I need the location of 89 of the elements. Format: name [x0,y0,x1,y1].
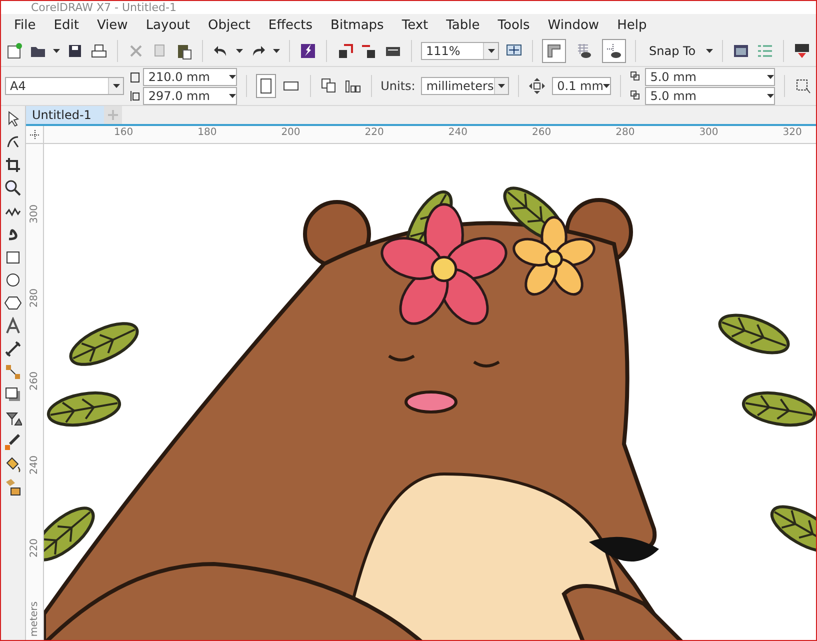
nudge-icon[interactable] [528,77,546,95]
zoom-level-dropdown[interactable]: 111% [421,42,499,60]
connector-icon[interactable] [4,363,22,381]
page-height-field[interactable]: 297.0 mm [143,86,238,104]
ruler-icon [546,43,562,59]
app-launcher-icon[interactable] [299,42,317,60]
caret-icon [767,74,774,78]
menu-item[interactable]: Edit [44,18,88,32]
origin-icon [30,130,40,140]
print-icon[interactable] [90,42,108,60]
welcome-screen-icon[interactable] [732,42,750,60]
export-icon[interactable] [360,42,378,60]
document-tab[interactable]: Untitled-1 [26,106,104,124]
new-document-icon[interactable] [5,42,23,60]
guides-eye-icon [606,43,622,59]
text-tool-icon[interactable] [4,317,22,335]
caret-icon [488,49,494,53]
duplicate-x-icon [630,70,642,82]
dimension-icon[interactable] [4,340,22,358]
menu-item[interactable]: View [88,18,137,32]
ruler-label: 220 [364,128,384,138]
ruler-label: 240 [448,128,468,138]
caret-icon [53,49,60,53]
ruler-label: 300 [30,203,40,226]
full-screen-icon[interactable] [792,42,811,60]
menu-item[interactable]: Table [437,18,489,32]
menu-item[interactable]: Text [392,18,438,32]
smart-fill-icon[interactable] [4,478,22,496]
caret-icon [112,84,120,88]
guides-toggle[interactable] [602,39,626,63]
duplicate-x-field[interactable]: 5.0 mm [645,68,776,86]
page-size-dropdown[interactable]: A4 [5,77,124,95]
snap-to-button[interactable]: Snap To [645,44,700,58]
save-icon[interactable] [66,42,84,60]
caret-icon [498,84,506,88]
menu-item[interactable]: Help [608,18,656,32]
ruler-label: 200 [281,128,300,138]
menu-item[interactable]: Bitmaps [322,18,393,32]
ellipse-icon[interactable] [4,271,22,289]
menu-item[interactable]: Effects [259,18,322,32]
ruler-label: 280 [616,128,635,138]
nudge-distance-field[interactable]: 0.1 mm [552,77,612,95]
portrait-button[interactable] [256,74,276,98]
ruler-label: 220 [30,537,40,560]
plus-icon [108,110,118,120]
duplicate-y-field[interactable]: 5.0 mm [645,86,776,104]
page-width-field[interactable]: 210.0 mm [143,68,238,86]
drop-shadow-icon[interactable] [4,386,22,404]
all-pages-icon[interactable] [320,77,338,95]
caret-icon [229,74,236,78]
duplicate-y-icon [630,90,642,102]
ruler-label: 240 [30,454,40,476]
units-label: Units: [380,79,416,93]
portrait-page-icon [260,78,272,94]
ruler-label: 260 [30,370,40,393]
menu-item[interactable]: Object [199,18,260,32]
ruler-label: 280 [30,286,40,310]
treat-as-filled-icon[interactable] [794,77,812,95]
eyedropper-icon[interactable] [4,432,22,450]
caret-icon [236,49,243,53]
ruler-corner[interactable] [26,126,44,144]
grid-eye-icon [576,43,592,59]
page-width-icon [130,70,140,82]
ruler-label: 160 [114,128,134,138]
caret-icon [767,94,774,98]
caret-icon [603,84,610,88]
menu-item[interactable]: File [5,18,45,32]
landscape-page-icon [283,80,300,92]
caret-icon [273,49,280,53]
ruler-label: 320 [782,128,802,138]
rulers-toggle[interactable] [542,39,566,63]
zoom-icon[interactable] [4,179,22,197]
import-icon[interactable] [336,42,354,60]
crop-icon[interactable] [4,156,22,174]
ruler-label: 180 [198,128,217,138]
window-title: CorelDRAW X7 - Untitled-1 [1,1,816,14]
ruler-unit-label: meters [30,600,40,639]
units-dropdown[interactable]: millimeters [421,77,510,95]
caret-icon [229,94,236,98]
page-height-icon [130,90,140,102]
fill-bucket-icon[interactable] [4,455,22,473]
menu-item[interactable]: Layout [136,18,200,32]
ruler-label: 260 [532,128,552,138]
caret-icon [706,49,713,53]
menu-item[interactable]: Window [538,18,608,32]
paste-icon[interactable] [175,42,193,60]
menu-item[interactable]: Tools [488,18,539,32]
polygon-icon[interactable] [4,294,22,312]
ruler-label: 300 [699,128,718,138]
